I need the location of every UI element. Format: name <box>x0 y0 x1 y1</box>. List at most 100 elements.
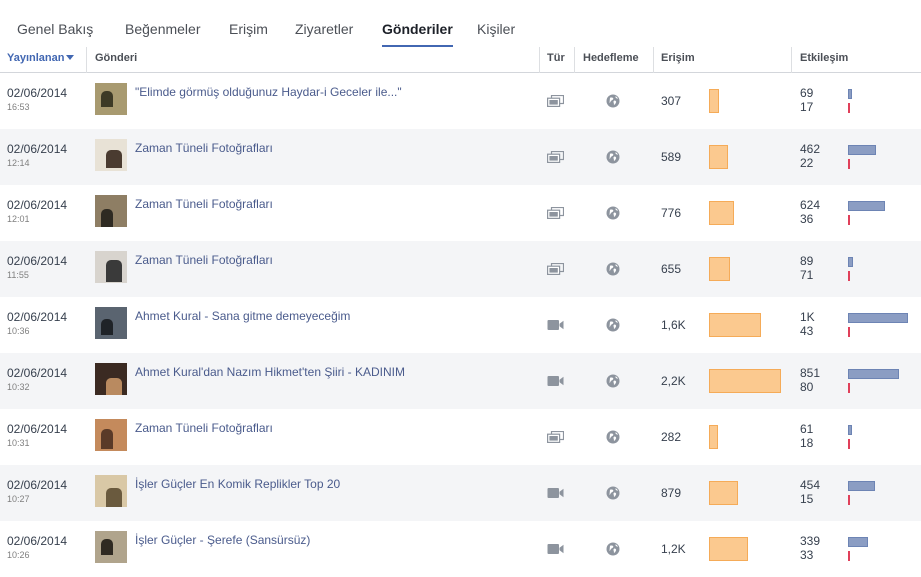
engagement-secondary-value: 18 <box>800 436 814 450</box>
engagement-bar <box>848 145 876 155</box>
table-row[interactable]: 02/06/2014 10:26 İşler Güçler - Şerefe (… <box>0 521 921 577</box>
table-row[interactable]: 02/06/2014 10:36 Ahmet Kural - Sana gitm… <box>0 297 921 353</box>
reach-bar <box>709 425 718 449</box>
post-time: 11:55 <box>7 270 29 280</box>
reach-bar <box>709 201 734 225</box>
post-title-link[interactable]: "Elimde görmüş olduğunuz Haydar-i Gecele… <box>135 85 402 99</box>
engagement-value: 69 <box>800 86 814 100</box>
table-row[interactable]: 02/06/2014 10:32 Ahmet Kural'dan Nazım H… <box>0 353 921 409</box>
post-date: 02/06/2014 <box>7 198 68 212</box>
engagement-secondary-value: 43 <box>800 324 814 338</box>
posts-table-body: 02/06/2014 16:53 "Elimde görmüş olduğunu… <box>0 73 921 577</box>
table-row[interactable]: 02/06/2014 10:27 İşler Güçler En Komik R… <box>0 465 921 521</box>
engagement-secondary-bar <box>848 439 850 449</box>
caret-down-icon[interactable] <box>66 55 75 60</box>
post-thumbnail[interactable] <box>95 531 127 563</box>
post-time: 10:26 <box>7 550 30 560</box>
column-header-published-label[interactable]: Yayınlanan <box>7 52 64 64</box>
column-header-type: Tür <box>547 52 565 64</box>
post-thumbnail[interactable] <box>95 251 127 283</box>
engagement-secondary-bar <box>848 103 850 113</box>
engagement-secondary-bar <box>848 271 850 281</box>
post-title-link[interactable]: Ahmet Kural - Sana gitme demeyeceğim <box>135 309 350 323</box>
photo-album-icon <box>547 263 564 275</box>
reach-value: 1,6K <box>661 318 686 332</box>
post-thumbnail[interactable] <box>95 419 127 451</box>
engagement-value: 61 <box>800 422 814 436</box>
tab-posts[interactable]: Gönderiler <box>382 0 453 48</box>
post-thumbnail[interactable] <box>95 307 127 339</box>
post-thumbnail[interactable] <box>95 83 127 115</box>
reach-value: 879 <box>661 486 682 500</box>
post-date: 02/06/2014 <box>7 142 68 156</box>
engagement-bar <box>848 369 899 379</box>
post-title-link[interactable]: Zaman Tüneli Fotoğrafları <box>135 141 273 155</box>
column-header-reach: Erişim <box>661 52 695 64</box>
engagement-secondary-bar <box>848 159 850 169</box>
engagement-value: 624 <box>800 198 821 212</box>
reach-value: 1,2K <box>661 542 686 556</box>
photo-album-icon <box>547 95 564 107</box>
post-time: 12:14 <box>7 158 30 168</box>
video-icon <box>547 320 564 330</box>
engagement-bar <box>848 313 908 323</box>
reach-value: 282 <box>661 430 682 444</box>
engagement-bar <box>848 201 885 211</box>
tab-likes[interactable]: Beğenmeler <box>125 0 201 47</box>
reach-bar <box>709 89 719 113</box>
post-time: 10:36 <box>7 326 30 336</box>
posts-table-header: Yayınlanan Gönderi Tür Hedefleme Erişim … <box>0 47 921 73</box>
table-row[interactable]: 02/06/2014 16:53 "Elimde görmüş olduğunu… <box>0 73 921 129</box>
tab-reach[interactable]: Erişim <box>229 0 268 47</box>
post-title-link[interactable]: Ahmet Kural'dan Nazım Hikmet'ten Şiiri -… <box>135 365 405 379</box>
engagement-secondary-value: 22 <box>800 156 814 170</box>
column-header-post: Gönderi <box>95 52 138 64</box>
globe-icon <box>606 430 620 444</box>
post-title-link[interactable]: Zaman Tüneli Fotoğrafları <box>135 253 273 267</box>
table-row[interactable]: 02/06/2014 10:31 Zaman Tüneli Fotoğrafla… <box>0 409 921 465</box>
tab-people[interactable]: Kişiler <box>477 0 515 47</box>
engagement-bar <box>848 481 875 491</box>
table-row[interactable]: 02/06/2014 11:55 Zaman Tüneli Fotoğrafla… <box>0 241 921 297</box>
table-row[interactable]: 02/06/2014 12:14 Zaman Tüneli Fotoğrafla… <box>0 129 921 185</box>
globe-icon <box>606 262 620 276</box>
photo-album-icon <box>547 151 564 163</box>
post-thumbnail[interactable] <box>95 139 127 171</box>
post-time: 10:31 <box>7 438 30 448</box>
post-time: 16:53 <box>7 102 30 112</box>
engagement-value: 339 <box>800 534 821 548</box>
engagement-secondary-value: 15 <box>800 492 814 506</box>
video-icon <box>547 488 564 498</box>
column-header-targeting: Hedefleme <box>583 52 639 64</box>
post-title-link[interactable]: Zaman Tüneli Fotoğrafları <box>135 197 273 211</box>
reach-bar <box>709 481 738 505</box>
column-header-published[interactable]: Yayınlanan <box>7 47 75 72</box>
tab-overview[interactable]: Genel Bakış <box>17 0 93 47</box>
table-row[interactable]: 02/06/2014 12:01 Zaman Tüneli Fotoğrafla… <box>0 185 921 241</box>
video-icon <box>547 544 564 554</box>
globe-icon <box>606 542 620 556</box>
engagement-secondary-bar <box>848 495 850 505</box>
post-thumbnail[interactable] <box>95 195 127 227</box>
engagement-secondary-bar <box>848 215 850 225</box>
video-icon <box>547 376 564 386</box>
post-time: 10:27 <box>7 494 30 504</box>
post-thumbnail[interactable] <box>95 475 127 507</box>
tab-visits[interactable]: Ziyaretler <box>295 0 353 47</box>
post-thumbnail[interactable] <box>95 363 127 395</box>
post-title-link[interactable]: Zaman Tüneli Fotoğrafları <box>135 421 273 435</box>
reach-bar <box>709 145 728 169</box>
engagement-secondary-bar <box>848 383 850 393</box>
post-date: 02/06/2014 <box>7 86 68 100</box>
engagement-secondary-value: 80 <box>800 380 814 394</box>
post-title-link[interactable]: İşler Güçler En Komik Replikler Top 20 <box>135 477 340 491</box>
engagement-secondary-value: 33 <box>800 548 814 562</box>
engagement-secondary-bar <box>848 327 850 337</box>
globe-icon <box>606 150 620 164</box>
post-date: 02/06/2014 <box>7 310 68 324</box>
engagement-secondary-bar <box>848 551 850 561</box>
engagement-value: 462 <box>800 142 821 156</box>
post-title-link[interactable]: İşler Güçler - Şerefe (Sansürsüz) <box>135 533 310 547</box>
engagement-secondary-value: 17 <box>800 100 814 114</box>
post-date: 02/06/2014 <box>7 366 68 380</box>
